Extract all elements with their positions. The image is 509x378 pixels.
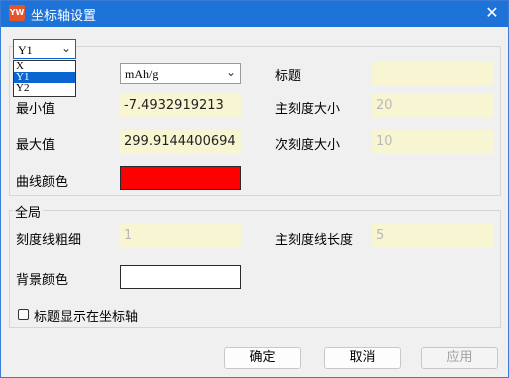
global-group-title: 全局 <box>13 202 44 221</box>
minor-tick-input[interactable]: 10 <box>372 130 494 154</box>
bg-color-label: 背景颜色 <box>16 273 69 288</box>
chevron-down-icon: ⌄ <box>60 41 71 55</box>
max-input[interactable]: 299.9144400694 <box>120 130 241 154</box>
major-tick-length-input[interactable]: 5 <box>372 224 494 248</box>
major-tick-length-label: 主刻度线长度 <box>275 233 354 248</box>
major-tick-input[interactable]: 20 <box>372 94 494 118</box>
title-label: 标题 <box>275 69 302 84</box>
axis-select[interactable]: Y1 ⌄ <box>13 39 76 59</box>
show-title-checkbox[interactable] <box>18 309 29 320</box>
apply-button[interactable]: 应用 <box>421 347 498 369</box>
title-input[interactable] <box>372 61 494 85</box>
major-tick-label: 主刻度大小 <box>275 102 341 117</box>
tick-width-label: 刻度线粗细 <box>16 233 82 248</box>
min-input[interactable]: -7.4932919213 <box>120 94 241 118</box>
axis-option-y2[interactable]: Y2 <box>14 83 75 94</box>
max-label: 最大值 <box>16 138 56 153</box>
app-icon: YW <box>9 5 25 21</box>
chevron-down-icon: ⌄ <box>225 65 236 79</box>
tick-width-input[interactable]: 1 <box>120 224 241 248</box>
axis-select-dropdown: X Y1 Y2 <box>13 60 76 97</box>
cancel-button[interactable]: 取消 <box>324 347 401 369</box>
unit-select-value: mAh/g <box>125 67 159 81</box>
min-label: 最小值 <box>16 102 56 117</box>
axis-select-value: Y1 <box>18 43 33 57</box>
axis-settings-dialog: YW 坐标轴设置 ✕ Y1 ⌄ mAh/g ⌄ 标题 最小值 -7.493291… <box>0 0 509 378</box>
show-title-label[interactable]: 标题显示在坐标轴 <box>34 306 138 325</box>
curve-color-label: 曲线颜色 <box>16 175 69 190</box>
bg-color-swatch[interactable] <box>120 265 241 289</box>
close-icon[interactable]: ✕ <box>482 3 502 23</box>
curve-color-swatch[interactable] <box>120 166 241 190</box>
ok-button[interactable]: 确定 <box>224 347 301 369</box>
unit-select[interactable]: mAh/g ⌄ <box>120 63 241 84</box>
title-bar: YW 坐标轴设置 ✕ <box>1 1 508 27</box>
window-title: 坐标轴设置 <box>31 9 97 24</box>
minor-tick-label: 次刻度大小 <box>275 138 341 153</box>
